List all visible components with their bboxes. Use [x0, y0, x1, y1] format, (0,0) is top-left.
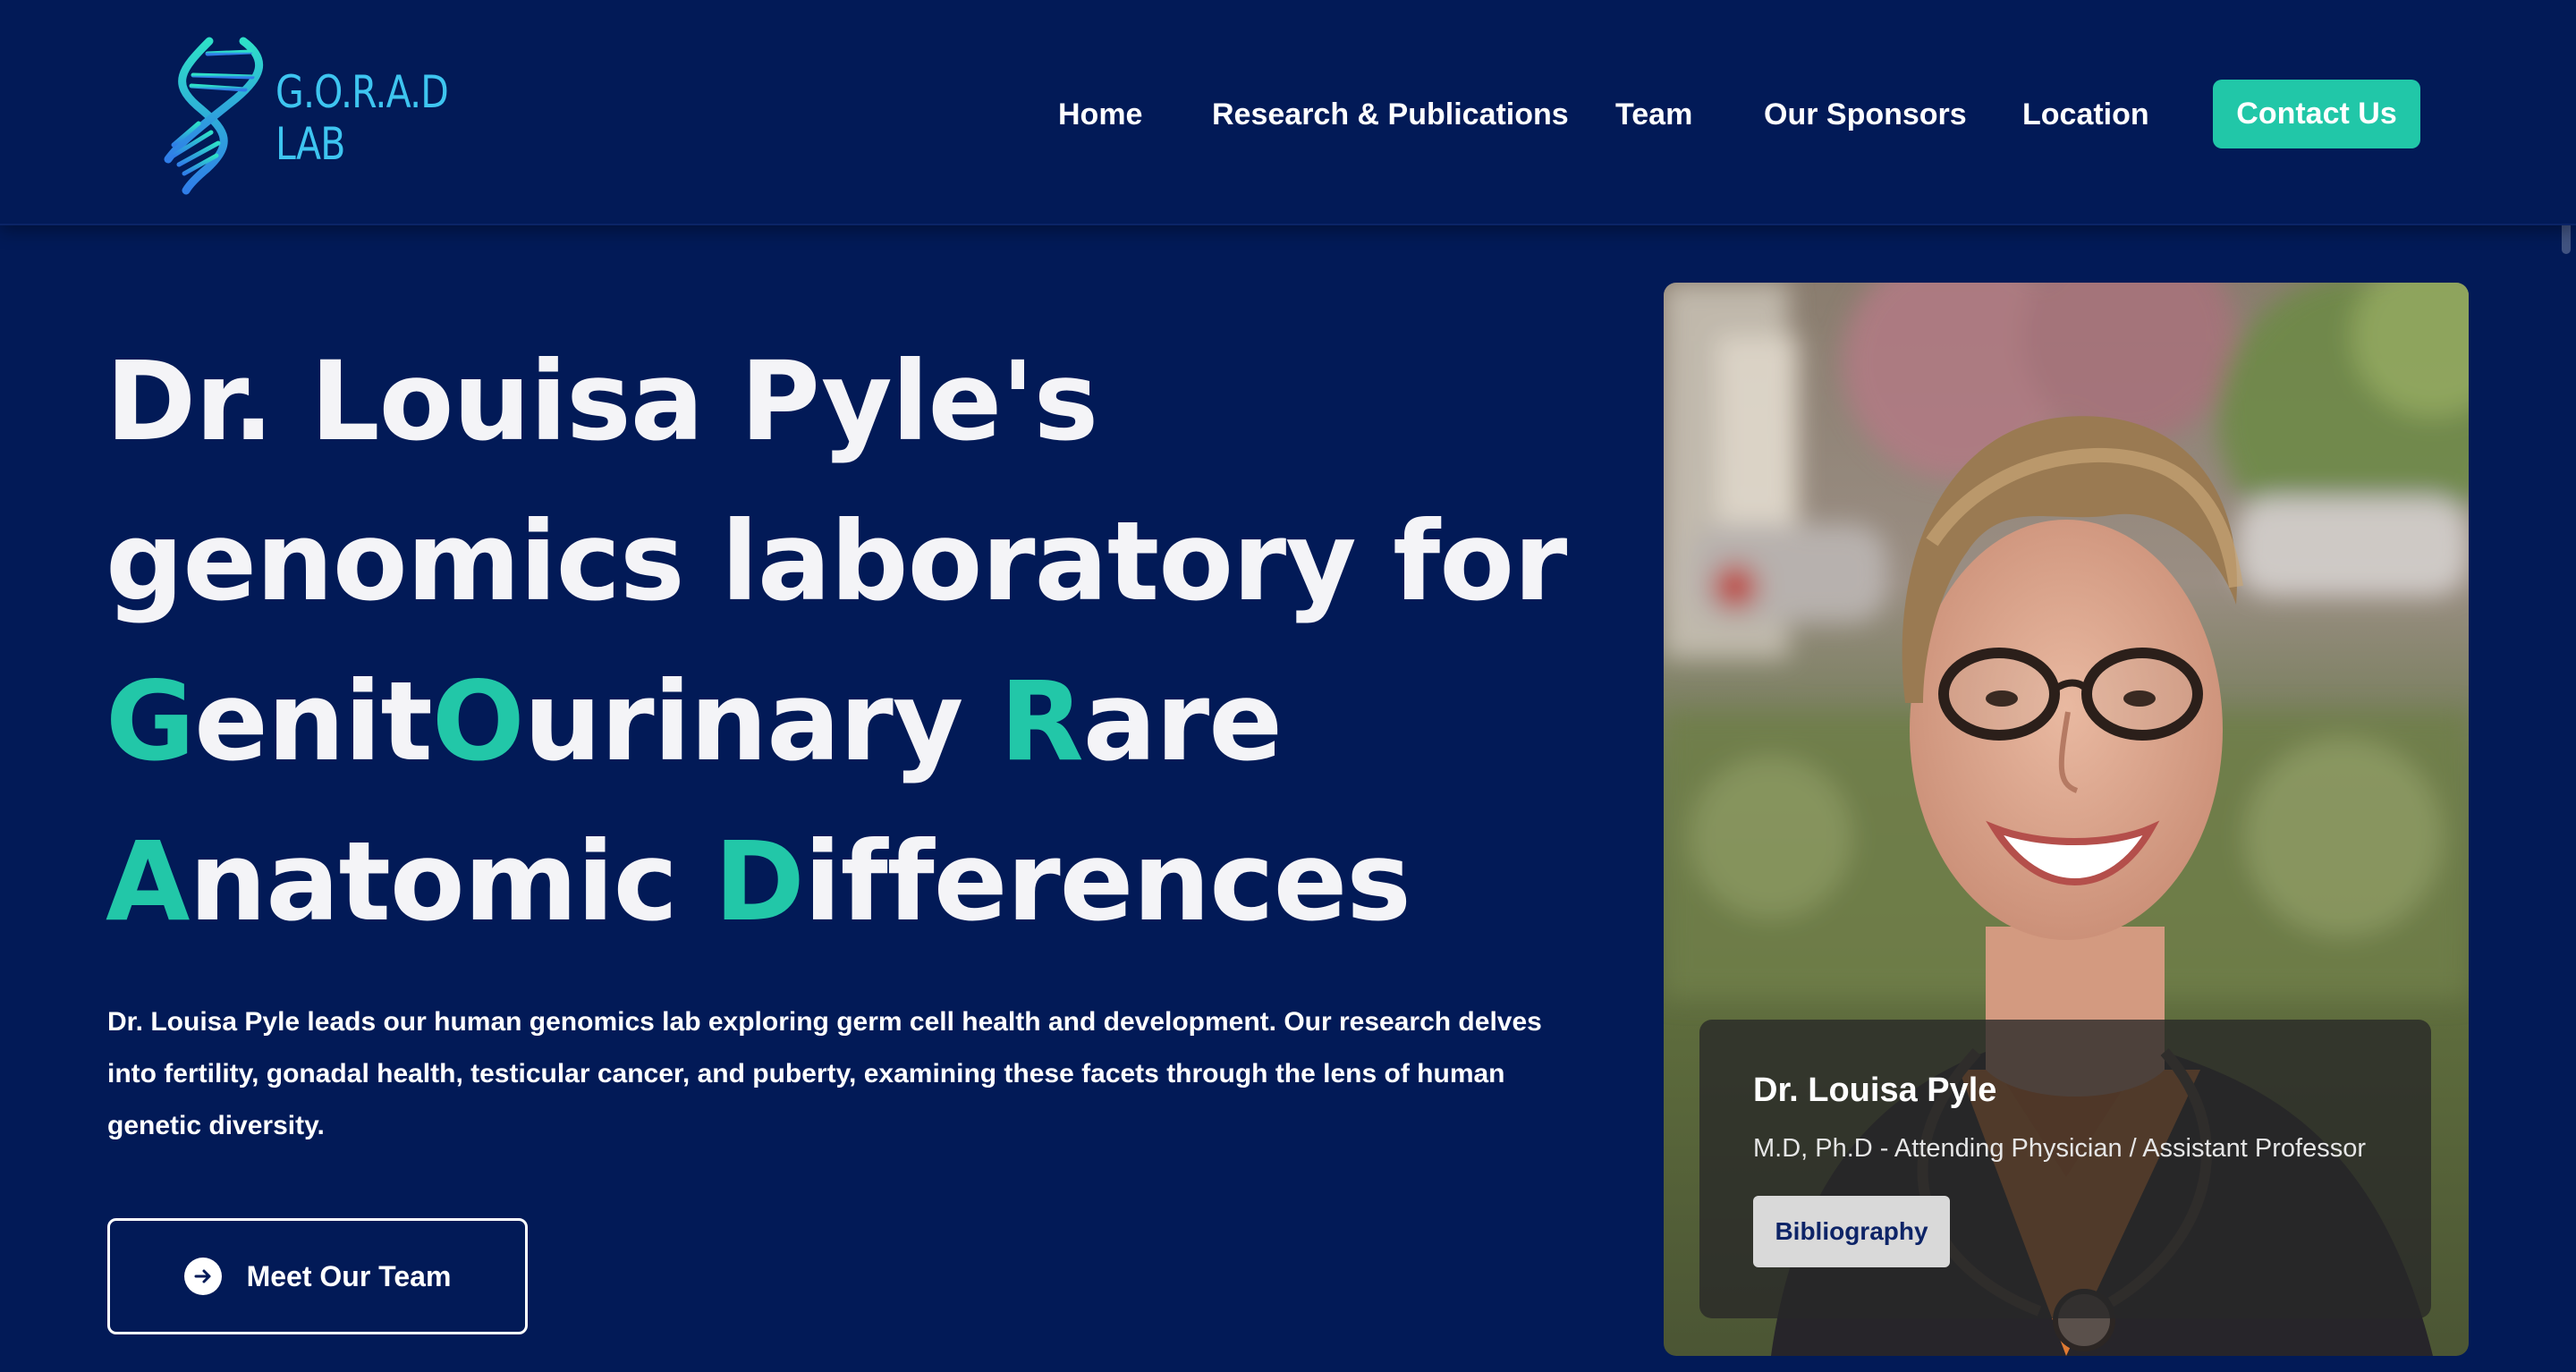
nav-our-sponsors[interactable]: Our Sponsors [1764, 79, 1967, 150]
acronym-letter-r: R [999, 658, 1084, 785]
hero-title: Dr. Louisa Pyle's genomics laboratory fo… [106, 322, 1626, 962]
page: G.O.R.A.D LAB Home Research & Publicatio… [0, 0, 2576, 1372]
hero-description: Dr. Louisa Pyle leads our human genomics… [107, 1007, 1542, 1140]
title-fragment: enit [194, 658, 433, 785]
title-fragment: are [1082, 658, 1283, 785]
meet-our-team-button[interactable]: Meet Our Team [107, 1218, 528, 1334]
nav-home[interactable]: Home [1058, 79, 1142, 150]
profile-role: M.D, Ph.D - Attending Physician / Assist… [1753, 1134, 2367, 1163]
logo-link[interactable]: G.O.R.A.D LAB [154, 34, 449, 195]
dna-helix-icon [164, 37, 264, 195]
acronym-letter-o: O [431, 658, 525, 785]
arrow-right-circle-icon [183, 1258, 222, 1295]
title-fragment: natomic [189, 818, 715, 945]
title-fragment: ifferences [803, 818, 1411, 945]
hero-title-line-2: genomics laboratory for [106, 498, 1567, 625]
acronym-letter-g: G [106, 658, 195, 785]
profile-card: Dr. Louisa Pyle M.D, Ph.D - Attending Ph… [1664, 283, 2469, 1356]
nav-location[interactable]: Location [2022, 79, 2149, 150]
nav-research-publications[interactable]: Research & Publications [1212, 79, 1569, 150]
nav-team[interactable]: Team [1615, 79, 1692, 150]
meet-our-team-label: Meet Our Team [246, 1259, 452, 1292]
acronym-letter-d: D [714, 818, 804, 945]
logo-wordmark: G.O.R.A.D LAB [275, 66, 449, 170]
hero-title-line-3: GenitOurinary Rare [106, 642, 1626, 802]
acronym-letter-a: A [106, 818, 190, 945]
bibliography-button[interactable]: Bibliography [1753, 1196, 1950, 1267]
profile-caption: Dr. Louisa Pyle M.D, Ph.D - Attending Ph… [1699, 1020, 2431, 1318]
hero-title-line-4: Anatomic Differences [106, 802, 1626, 962]
title-fragment: urinary [523, 658, 1000, 785]
logo-line-1: G.O.R.A.D [275, 66, 449, 118]
logo-line-2: LAB [275, 118, 345, 170]
profile-name: Dr. Louisa Pyle [1753, 1071, 1997, 1109]
hero-title-line-1: Dr. Louisa Pyle's [106, 338, 1098, 465]
site-header: G.O.R.A.D LAB Home Research & Publicatio… [0, 0, 2576, 225]
contact-us-button[interactable]: Contact Us [2213, 80, 2420, 148]
